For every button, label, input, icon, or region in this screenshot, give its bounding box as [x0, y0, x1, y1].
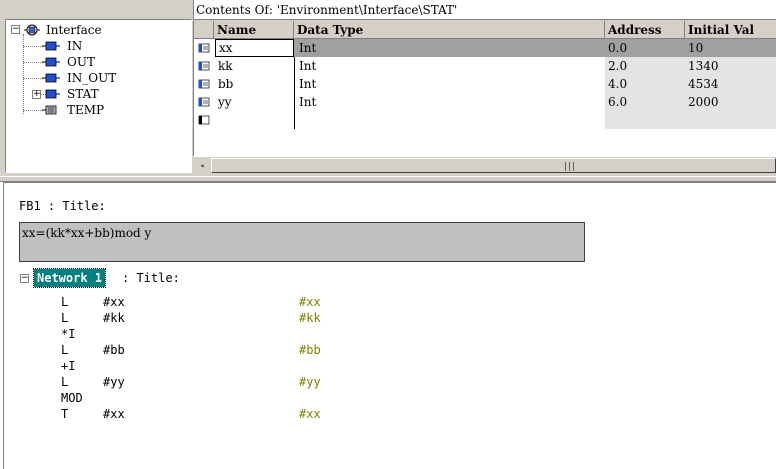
- tree-item-label: IN_OUT: [67, 71, 117, 85]
- new-row[interactable]: [194, 111, 776, 129]
- network-label[interactable]: Network 1: [32, 268, 107, 288]
- stl-symbol-comment: #bb: [299, 343, 321, 357]
- stl-symbol-comment: #kk: [299, 311, 321, 325]
- block-title[interactable]: FB1 : Title:: [19, 199, 106, 213]
- row-icon-cell: [194, 75, 214, 93]
- stl-symbol-comment: #xx: [299, 407, 321, 421]
- tree-item-label: STAT: [67, 87, 99, 101]
- stl-instruction[interactable]: +I: [61, 358, 75, 374]
- column-header-data-type[interactable]: Data Type: [294, 21, 605, 39]
- stl-symbol-comment: #yy: [299, 375, 321, 389]
- parameter-out-icon: [42, 57, 60, 67]
- address-cell: 4.0: [608, 77, 628, 91]
- data-type-cell[interactable]: Int: [296, 57, 596, 75]
- variable-row-icon: [198, 79, 210, 89]
- initial-value-cell[interactable]: 4534: [685, 75, 776, 93]
- tree-item-stat[interactable]: STAT: [44, 86, 99, 102]
- column-header-initial-value[interactable]: Initial Val: [685, 21, 776, 39]
- variable-row-icon: [198, 43, 210, 53]
- row-header-corner: [194, 21, 214, 39]
- scroll-grip-icon: |||: [564, 162, 577, 172]
- tree-item-out[interactable]: OUT: [42, 54, 95, 70]
- column-header-address[interactable]: Address: [605, 21, 685, 39]
- stl-instruction[interactable]: L: [61, 294, 68, 310]
- name-cell[interactable]: xx: [215, 39, 294, 57]
- network-title[interactable]: : Title:: [122, 269, 180, 287]
- column-header-name[interactable]: Name: [214, 21, 294, 39]
- stl-operand[interactable]: #xx: [103, 294, 125, 310]
- tree-item-label: OUT: [67, 55, 95, 69]
- contents-path-header: Contents Of: 'Environment\Interface\STAT…: [193, 0, 776, 20]
- initial-value-cell[interactable]: 2000: [685, 93, 776, 111]
- data-type-cell[interactable]: Int: [296, 39, 596, 57]
- stl-operand[interactable]: #yy: [103, 374, 125, 390]
- initial-value-cell[interactable]: 10: [685, 39, 776, 57]
- address-cell: 6.0: [608, 95, 628, 109]
- address-cell: 0.0: [608, 41, 628, 55]
- horizontal-scrollbar[interactable]: ◂ |||: [193, 156, 776, 173]
- tree-item-in[interactable]: IN: [42, 38, 82, 54]
- table-row[interactable]: bb Int 4.0 4534: [194, 75, 776, 93]
- data-type-cell[interactable]: Int: [296, 75, 596, 93]
- tree-item-interface[interactable]: Interface: [24, 22, 102, 38]
- address-cell: 2.0: [608, 59, 628, 73]
- interface-icon: [24, 24, 40, 36]
- tree-item-in-out[interactable]: IN_OUT: [42, 70, 116, 86]
- static-data-icon: [45, 89, 60, 99]
- empty-row-icon: [198, 115, 210, 125]
- expand-icon[interactable]: +: [32, 90, 41, 99]
- tree-item-temp[interactable]: TEMP: [42, 102, 104, 118]
- initial-value-cell[interactable]: 1340: [685, 57, 776, 75]
- variable-row-icon: [198, 61, 210, 71]
- stl-instruction[interactable]: MOD: [61, 390, 83, 406]
- table-row[interactable]: xx Int 0.0 10: [194, 39, 776, 57]
- interface-tree[interactable]: − Interface IN OUT IN_OUT + STAT TEMP: [5, 19, 192, 173]
- scroll-left-icon[interactable]: ◂: [195, 159, 209, 172]
- name-cell[interactable]: bb: [215, 75, 294, 93]
- stl-instruction[interactable]: *I: [61, 326, 75, 342]
- collapse-icon[interactable]: −: [20, 274, 29, 283]
- stl-operand[interactable]: #bb: [103, 342, 125, 358]
- tree-connector: [23, 62, 43, 63]
- stl-instruction[interactable]: L: [61, 342, 68, 358]
- block-comment[interactable]: xx=(kk*xx+bb)mod y: [19, 222, 585, 262]
- scroll-thumb[interactable]: |||: [211, 158, 776, 173]
- variable-row-icon: [198, 97, 210, 107]
- tree-header: [5, 0, 192, 19]
- tree-item-label: TEMP: [67, 103, 105, 117]
- stl-instruction[interactable]: T: [61, 406, 68, 422]
- tree-connector: [23, 78, 43, 79]
- row-icon-cell: [194, 93, 214, 111]
- table-row[interactable]: kk Int 2.0 1340: [194, 57, 776, 75]
- code-editor[interactable]: FB1 : Title: xx=(kk*xx+bb)mod y − Networ…: [3, 182, 776, 469]
- table-row[interactable]: yy Int 6.0 2000: [194, 93, 776, 111]
- data-type-cell[interactable]: Int: [296, 93, 596, 111]
- stl-operand[interactable]: #kk: [103, 310, 125, 326]
- parameter-in-icon: [42, 41, 60, 51]
- stl-instruction[interactable]: L: [61, 374, 68, 390]
- stl-operand[interactable]: #xx: [103, 406, 125, 422]
- name-cell[interactable]: kk: [215, 57, 294, 75]
- declaration-table[interactable]: Name Data Type Address Initial Val xx In…: [193, 21, 776, 157]
- tree-item-label: IN: [67, 39, 83, 53]
- row-icon-cell: [194, 111, 214, 129]
- name-cell[interactable]: yy: [215, 93, 294, 111]
- stl-instruction[interactable]: L: [61, 310, 68, 326]
- row-icon-cell: [194, 39, 214, 57]
- temp-data-icon: [42, 105, 57, 115]
- row-icon-cell: [194, 57, 214, 75]
- tree-connector: [23, 46, 43, 47]
- tree-item-label: Interface: [46, 23, 102, 37]
- parameter-inout-icon: [42, 73, 60, 83]
- tree-connector: [23, 110, 43, 111]
- stl-symbol-comment: #xx: [299, 295, 321, 309]
- collapse-icon[interactable]: −: [11, 25, 20, 34]
- declaration-pane: − Interface IN OUT IN_OUT + STAT TEMP Co…: [0, 0, 776, 176]
